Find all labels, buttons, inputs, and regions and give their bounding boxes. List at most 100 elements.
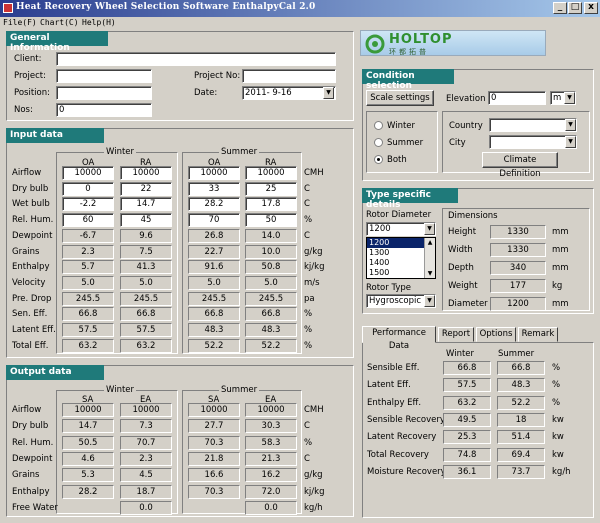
perf-winter-value: 57.5: [443, 378, 491, 392]
output-value: 70.3: [188, 436, 240, 450]
both-radio[interactable]: [374, 155, 383, 164]
input-unit: C: [304, 184, 310, 194]
winter-radio[interactable]: [374, 121, 383, 130]
output-value: 16.6: [188, 468, 240, 482]
input-row-label: Latent Eff.: [12, 325, 56, 335]
input-value-field[interactable]: 10000: [62, 166, 114, 180]
input-value-field[interactable]: 25: [245, 182, 297, 196]
menu-help[interactable]: Help(H): [82, 18, 116, 27]
input-row-label: Pre. Drop: [12, 294, 52, 304]
both-radio-label[interactable]: Both: [387, 155, 407, 165]
menu-file[interactable]: File(F): [3, 18, 37, 27]
tab-remark[interactable]: Remark: [518, 327, 558, 342]
input-unit: kj/kg: [304, 262, 325, 272]
input-calc-value: 5.0: [120, 276, 172, 290]
rotor-diameter-label: Rotor Diameter: [366, 210, 432, 220]
city-select[interactable]: [489, 135, 577, 149]
input-calc-value: 48.3: [188, 323, 240, 337]
input-unit: %: [304, 215, 313, 225]
input-calc-value: 41.3: [120, 260, 172, 274]
dimension-unit: mm: [552, 245, 569, 255]
climate-definition-button[interactable]: Climate Definition: [482, 152, 558, 179]
tab-performance-data[interactable]: Performance Data: [362, 326, 436, 351]
dimension-unit: mm: [552, 227, 569, 237]
input-value-field[interactable]: 28.2: [188, 197, 240, 211]
input-value-field[interactable]: 33: [188, 182, 240, 196]
perf-row-label: Sensible Eff.: [367, 363, 420, 373]
date-label: Date:: [194, 88, 218, 98]
position-label: Position:: [14, 88, 50, 98]
input-row-label: Dewpoint: [12, 231, 53, 241]
input-value-field[interactable]: 60: [62, 213, 114, 227]
input-value-field[interactable]: 45: [120, 213, 172, 227]
output-data-title: Output data: [6, 365, 104, 380]
output-value: 10000: [120, 403, 172, 417]
output-row-label: Airflow: [12, 405, 42, 415]
input-row-label: Wet bulb: [12, 199, 50, 209]
perf-winter-value: 63.2: [443, 396, 491, 410]
input-value-field[interactable]: 22: [120, 182, 172, 196]
minimize-button[interactable]: _: [553, 2, 567, 14]
position-input[interactable]: [56, 86, 152, 100]
scale-settings-button[interactable]: Scale settings: [366, 90, 434, 106]
rotor-diameter-dropdown-icon[interactable]: ▼: [424, 223, 435, 235]
output-value: 0.0: [245, 501, 297, 515]
output-value: 50.5: [62, 436, 114, 450]
client-input[interactable]: [56, 52, 336, 66]
city-dropdown-icon[interactable]: ▼: [565, 136, 576, 148]
project-input[interactable]: [56, 69, 152, 83]
perf-winter-value: 66.8: [443, 361, 491, 375]
input-value-field[interactable]: 10000: [188, 166, 240, 180]
rotor-type-dropdown-icon[interactable]: ▼: [424, 295, 435, 307]
date-dropdown-icon[interactable]: ▼: [323, 87, 334, 99]
output-row-label: Dewpoint: [12, 454, 53, 464]
input-value-field[interactable]: 50: [245, 213, 297, 227]
scroll-down-icon[interactable]: ▼: [425, 269, 435, 278]
output-value: 58.3: [245, 436, 297, 450]
elevation-unit-dropdown-icon[interactable]: ▼: [564, 92, 575, 104]
country-select[interactable]: [489, 118, 577, 132]
dimension-value: 177: [490, 279, 546, 293]
dimension-label: Weight: [448, 281, 478, 291]
scroll-up-icon[interactable]: ▲: [425, 238, 435, 247]
tab-options[interactable]: Options: [476, 327, 516, 342]
close-button[interactable]: x: [584, 2, 598, 14]
perf-summer-label: Summer: [498, 349, 535, 359]
input-value-field[interactable]: -2.2: [62, 197, 114, 211]
input-calc-value: 66.8: [245, 307, 297, 321]
input-value-field[interactable]: 0: [62, 182, 114, 196]
perf-summer-value: 73.7: [497, 465, 545, 479]
input-value-field[interactable]: 17.8: [245, 197, 297, 211]
input-value-field[interactable]: 10000: [120, 166, 172, 180]
menu-chart[interactable]: Chart(C): [40, 18, 79, 27]
elevation-input[interactable]: 0: [488, 91, 546, 105]
project-no-input[interactable]: [242, 69, 336, 83]
dimensions-group: [442, 208, 590, 311]
summer-radio[interactable]: [374, 138, 383, 147]
maximize-button[interactable]: □: [568, 2, 582, 14]
input-calc-value: 245.5: [188, 292, 240, 306]
city-label: City: [449, 138, 466, 148]
output-unit: kj/kg: [304, 487, 325, 497]
winter-radio-label[interactable]: Winter: [387, 121, 415, 131]
holtop-brand: HOLTOP: [389, 32, 453, 47]
nos-input[interactable]: 0: [56, 103, 152, 117]
input-value-field[interactable]: 14.7: [120, 197, 172, 211]
output-unit: C: [304, 454, 310, 464]
perf-unit: kw: [552, 415, 564, 425]
rotor-list-scrollbar[interactable]: ▲ ▼: [424, 238, 435, 278]
summer-radio-label[interactable]: Summer: [387, 138, 423, 148]
dimension-label: Height: [448, 227, 477, 237]
input-value-field[interactable]: 10000: [245, 166, 297, 180]
input-calc-value: 63.2: [62, 339, 114, 353]
menu-bar: File(F) Chart(C) Help(H): [0, 17, 600, 30]
output-unit: g/kg: [304, 470, 323, 480]
perf-summer-value: 48.3: [497, 378, 545, 392]
input-unit: %: [304, 325, 313, 335]
date-picker[interactable]: 2011- 9-16: [242, 86, 336, 100]
tab-report[interactable]: Report: [438, 327, 474, 342]
rotor-diameter-list[interactable]: 1200 1300 1400 1500 ▲ ▼: [366, 237, 436, 279]
input-calc-value: 48.3: [245, 323, 297, 337]
input-value-field[interactable]: 70: [188, 213, 240, 227]
country-dropdown-icon[interactable]: ▼: [565, 119, 576, 131]
